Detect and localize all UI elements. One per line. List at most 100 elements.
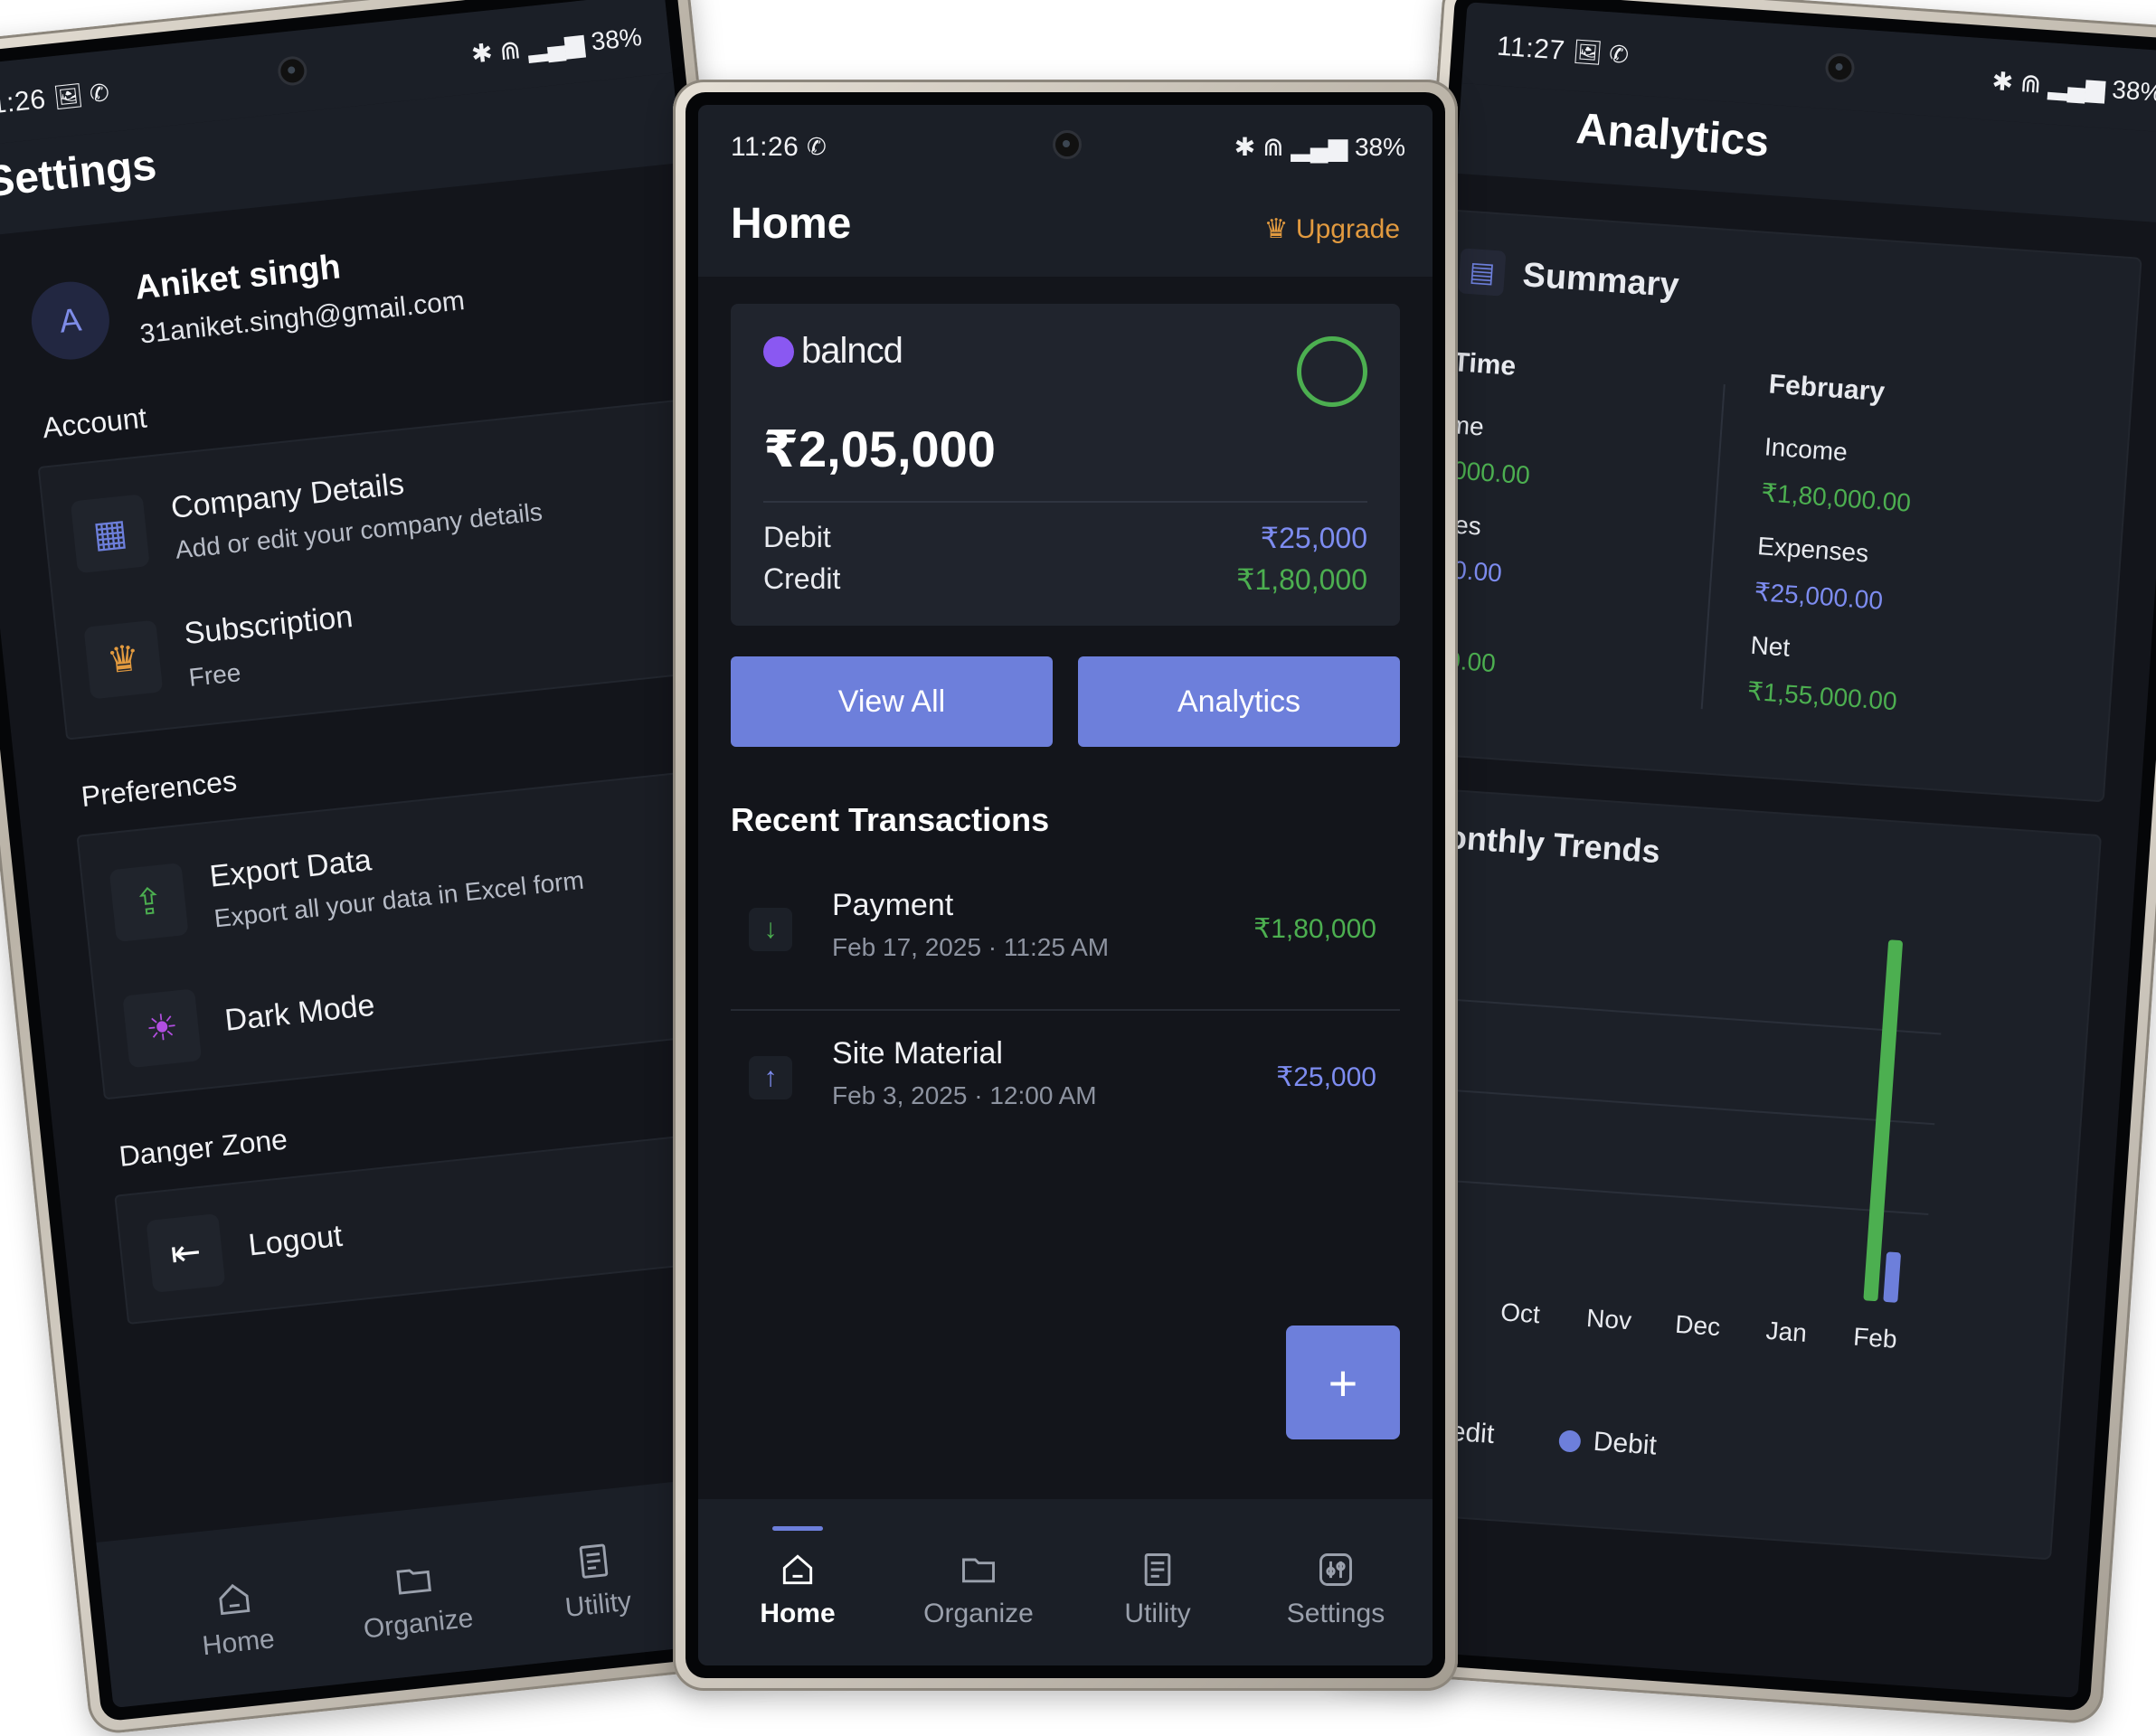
bottom-nav: Home Organize Utility Settings bbox=[698, 1499, 1433, 1665]
section-account: Account bbox=[41, 401, 149, 445]
nav-home[interactable]: Home bbox=[721, 1550, 875, 1629]
balance-card: balncd ₹2,05,000 Debit ₹25,000 Credit ₹1… bbox=[731, 304, 1400, 626]
month-expenses-label: Expenses bbox=[1756, 532, 1870, 568]
transaction-row[interactable]: ↓ Payment Feb 17, 2025 · 11:25 AM ₹1,80,… bbox=[731, 864, 1400, 1005]
monthly-trends-card: Monthly Trends SepOctNovDecJanFeb Credit… bbox=[1352, 785, 2103, 1561]
month-net-label: Net bbox=[1749, 630, 1792, 662]
avatar: A bbox=[27, 278, 114, 363]
transaction-date: Feb 17, 2025 · 11:25 AM bbox=[832, 933, 1110, 961]
month-heading: February bbox=[1767, 369, 1886, 408]
user-name: Aniket singh bbox=[133, 248, 343, 307]
account-card: ▦ Company Details Add or edit your compa… bbox=[37, 392, 772, 741]
active-tab-indicator bbox=[772, 1526, 823, 1531]
nav-utility[interactable]: Utility bbox=[515, 1533, 676, 1628]
month-expenses: ₹25,000.00 bbox=[1753, 577, 1884, 615]
profile-row[interactable]: A Aniket singh 31aniket.singh@gmail.com bbox=[27, 211, 668, 385]
status-bar: 11:26 ✆ ✱ ⋒ ▂▄▆ 38% bbox=[698, 105, 1433, 186]
nav-home[interactable]: Home bbox=[156, 1571, 317, 1666]
arrow-down-icon: ↓ bbox=[749, 908, 792, 951]
page-title: Home bbox=[731, 200, 852, 248]
analytics-button[interactable]: Analytics bbox=[1078, 656, 1400, 747]
bar-credit-feb bbox=[1863, 939, 1903, 1302]
summary-title: Summary bbox=[1521, 256, 1680, 306]
subscription-plan: Free bbox=[187, 658, 242, 692]
upgrade-label: Upgrade bbox=[1295, 214, 1400, 244]
transaction-amount: ₹1,80,000 bbox=[1253, 914, 1376, 944]
settings-icon bbox=[1319, 1553, 1352, 1586]
x-tick-label: Nov bbox=[1585, 1304, 1632, 1335]
total-balance: ₹2,05,000 bbox=[763, 420, 996, 477]
home-icon bbox=[219, 1583, 251, 1616]
section-danger-zone: Danger Zone bbox=[117, 1122, 289, 1173]
page-title: Settings bbox=[0, 140, 159, 207]
chart-gridline bbox=[1408, 995, 1942, 1035]
nav-organize-label: Organize bbox=[923, 1599, 1034, 1628]
logout-icon: ⇤ bbox=[146, 1212, 226, 1293]
status-time: 11:27 bbox=[1496, 31, 1566, 66]
transaction-name: Payment bbox=[832, 888, 954, 922]
x-tick-label: Jan bbox=[1765, 1316, 1808, 1347]
phone-bezel: 11:26 ✆ ✱ ⋒ ▂▄▆ 38% Home ♛ Upgrade balnc… bbox=[686, 92, 1445, 1678]
nav-settings[interactable]: Settings bbox=[1259, 1550, 1413, 1629]
upload-icon: ⇪ bbox=[109, 863, 189, 943]
transaction-name: Site Material bbox=[832, 1036, 1003, 1071]
nav-settings-label: Settings bbox=[1286, 1599, 1385, 1628]
home-screen: 11:26 ✆ ✱ ⋒ ▂▄▆ 38% Home ♛ Upgrade balnc… bbox=[698, 105, 1433, 1665]
export-data-title: Export Data bbox=[208, 843, 374, 894]
transaction-divider bbox=[731, 1009, 1400, 1011]
nav-utility-label: Utility bbox=[563, 1586, 633, 1624]
status-right: ✱ ⋒ ▂▄▆ 38% bbox=[469, 22, 644, 69]
folder-icon bbox=[396, 1569, 431, 1595]
camera-icon bbox=[1053, 130, 1082, 159]
nav-utility[interactable]: Utility bbox=[1081, 1550, 1234, 1629]
camera-icon bbox=[1824, 52, 1856, 84]
legend-debit-dot bbox=[1558, 1429, 1582, 1453]
debit-value: ₹25,000 bbox=[1260, 522, 1367, 554]
status-right: ✱ ⋒ ▂▄▆ 38% bbox=[1991, 66, 2156, 108]
nav-home-label: Home bbox=[201, 1624, 277, 1662]
month-income-label: Income bbox=[1764, 432, 1849, 467]
x-tick-label: Feb bbox=[1852, 1323, 1897, 1354]
add-transaction-button[interactable]: + bbox=[1286, 1326, 1400, 1439]
battery-text: 38% bbox=[1354, 133, 1405, 161]
summary-divider bbox=[1700, 383, 1726, 710]
credit-value: ₹1,80,000 bbox=[1236, 563, 1367, 596]
battery-text: 38% bbox=[590, 22, 644, 56]
legend-debit-label: Debit bbox=[1592, 1426, 1658, 1461]
transaction-date: Feb 3, 2025 · 12:00 AM bbox=[832, 1081, 1097, 1109]
camera-icon bbox=[276, 54, 308, 88]
month-net: ₹1,55,000.00 bbox=[1746, 676, 1898, 716]
folder-icon bbox=[962, 1558, 995, 1583]
status-time: 11:26 bbox=[731, 132, 799, 162]
credit-label: Credit bbox=[763, 562, 841, 595]
page-title: Analytics bbox=[1574, 104, 1771, 166]
transaction-amount: ₹25,000 bbox=[1276, 1062, 1376, 1092]
notification-icons: 🖼 ✆ bbox=[1572, 37, 1631, 69]
sun-icon: ☀ bbox=[122, 988, 203, 1069]
transaction-row[interactable]: ↑ Site Material Feb 3, 2025 · 12:00 AM ₹… bbox=[731, 1013, 1400, 1154]
crown-icon: ♛ bbox=[1263, 214, 1289, 244]
phone-bezel: 11:27 🖼 ✆ ✱ ⋒ ▂▄▆ 38% Analytics ▤ Summar… bbox=[1338, 0, 2156, 1712]
dark-mode-title: Dark Mode bbox=[222, 987, 377, 1038]
battery-text: 38% bbox=[2111, 75, 2156, 108]
bar-debit-feb bbox=[1883, 1251, 1901, 1303]
logout-label: Logout bbox=[246, 1218, 345, 1263]
section-preferences: Preferences bbox=[80, 764, 239, 814]
nav-utility-label: Utility bbox=[1124, 1599, 1191, 1628]
status-right: ✱ ⋒ ▂▄▆ 38% bbox=[1234, 133, 1405, 161]
all-time-heading: Time bbox=[1452, 347, 1518, 382]
subscription-title: Subscription bbox=[182, 599, 355, 652]
upgrade-button[interactable]: ♛ Upgrade bbox=[1264, 213, 1400, 245]
home-phone: 11:26 ✆ ✱ ⋒ ▂▄▆ 38% Home ♛ Upgrade balnc… bbox=[673, 80, 1458, 1691]
recent-transactions-title: Recent Transactions bbox=[731, 801, 1050, 838]
nav-organize[interactable]: Organize bbox=[902, 1550, 1055, 1629]
receipt-icon bbox=[579, 1543, 609, 1579]
progress-ring bbox=[1297, 336, 1367, 407]
home-icon bbox=[782, 1554, 813, 1585]
brand-logo-dot bbox=[763, 336, 794, 367]
nav-organize[interactable]: Organize bbox=[336, 1552, 496, 1647]
view-all-button[interactable]: View All bbox=[731, 656, 1053, 747]
legend-debit: Debit bbox=[1558, 1424, 1658, 1461]
crown-icon: ♛ bbox=[83, 619, 164, 700]
chart-gridline bbox=[1395, 1175, 1929, 1215]
